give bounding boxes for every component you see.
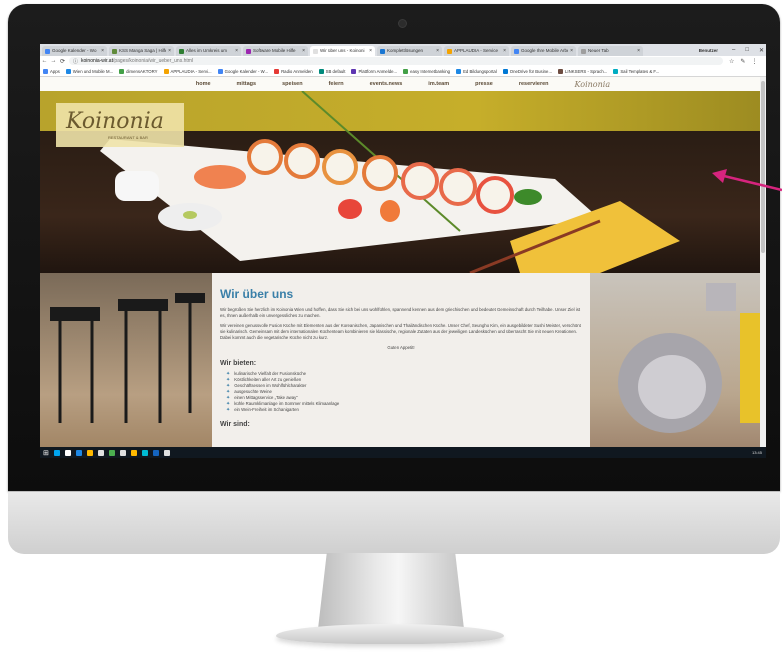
annotation-arrow-icon	[712, 169, 782, 192]
